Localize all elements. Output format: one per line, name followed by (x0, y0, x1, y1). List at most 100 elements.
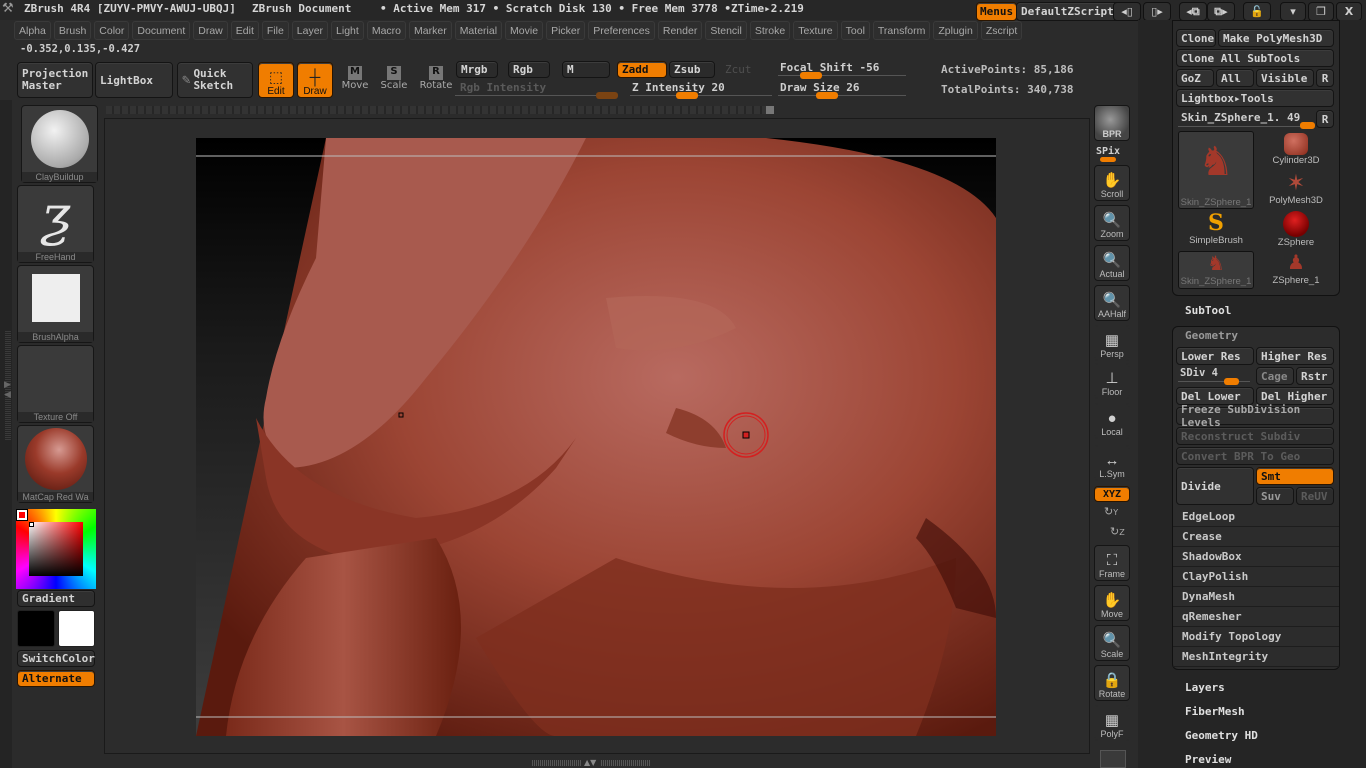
subpanel-meshintegrity[interactable]: MeshIntegrity (1173, 647, 1339, 667)
document-viewport[interactable] (196, 138, 996, 736)
draw-mode-button[interactable]: ┼ Draw (297, 62, 333, 98)
menu-transform[interactable]: Transform (872, 21, 931, 40)
goz-visible-button[interactable]: Visible (1256, 69, 1314, 87)
rotate-z-button[interactable]: ↻Z (1110, 525, 1125, 538)
brush-tile[interactable]: ClayBuildup (21, 105, 98, 183)
lightbox-tools-button[interactable]: Lightbox▸Tools (1176, 89, 1334, 107)
switch-color-button[interactable]: SwitchColor (17, 650, 95, 667)
clone-all-subtools-button[interactable]: Clone All SubTools (1176, 49, 1334, 67)
zsub-button[interactable]: Zsub (669, 61, 715, 78)
projection-master-button[interactable]: Projection Master (17, 62, 93, 98)
draw-size-knob[interactable] (816, 92, 838, 99)
tool-slider-knob[interactable] (1300, 122, 1315, 129)
tool-thumb-zsphere-1[interactable]: ♟ ZSphere_1 (1258, 251, 1334, 289)
menu-tool[interactable]: Tool (840, 21, 870, 40)
bpr-button[interactable]: BPR (1094, 105, 1130, 141)
rotate-xyz-button[interactable]: XYZ (1094, 486, 1130, 502)
focal-shift-slider[interactable] (778, 75, 906, 76)
menu-macro[interactable]: Macro (366, 21, 407, 40)
rgb-intensity-knob[interactable] (596, 92, 618, 99)
subpanel-modify-topology[interactable]: Modify Topology (1173, 627, 1339, 647)
menu-marker[interactable]: Marker (409, 21, 452, 40)
goz-all-button[interactable]: All (1216, 69, 1254, 87)
menu-draw[interactable]: Draw (193, 21, 228, 40)
gradient-button[interactable]: Gradient (17, 590, 95, 607)
color-picker[interactable] (16, 509, 96, 589)
material-tile[interactable]: MatCap Red Wa (17, 425, 94, 503)
menu-texture[interactable]: Texture (793, 21, 838, 40)
floor-button[interactable]: ⊥ Floor (1094, 363, 1130, 399)
rgb-intensity-slider[interactable] (455, 95, 615, 96)
edit-mode-button[interactable]: ⬚ Edit (258, 62, 294, 98)
main-color-swatch[interactable] (16, 509, 28, 521)
z-intensity-knob[interactable] (676, 92, 698, 99)
menu-light[interactable]: Light (331, 21, 364, 40)
convert-bpr-button[interactable]: Convert BPR To Geo (1176, 447, 1334, 465)
subpanel-dynamesh[interactable]: DynaMesh (1173, 587, 1339, 607)
stroke-tile[interactable]: ƺ FreeHand (17, 185, 94, 263)
color-cursor[interactable] (29, 522, 34, 527)
zadd-button[interactable]: Zadd (617, 61, 667, 78)
cage-button[interactable]: Cage (1256, 367, 1294, 385)
menu-material[interactable]: Material (454, 21, 503, 40)
menu-zscript[interactable]: Zscript (980, 21, 1023, 40)
tool-thumb-skin-zsphere-2[interactable]: ♞ Skin_ZSphere_1 (1178, 251, 1254, 289)
lsym-button[interactable]: ↔ L.Sym (1094, 445, 1130, 481)
menu-document[interactable]: Document (132, 21, 191, 40)
transp-button[interactable] (1100, 750, 1126, 768)
default-zscript-button[interactable]: DefaultZScript (1016, 2, 1119, 21)
preview-section[interactable]: Preview (1185, 753, 1231, 766)
tool-thumb-simplebrush[interactable]: S SimpleBrush (1178, 211, 1254, 249)
reuv-button[interactable]: ReUV (1296, 487, 1334, 505)
freeze-subdivision-button[interactable]: Freeze SubDivision Levels (1176, 403, 1334, 429)
local-button[interactable]: ● Local (1094, 403, 1130, 439)
geometry-hd-section[interactable]: Geometry HD (1185, 729, 1258, 742)
m-button[interactable]: M (562, 61, 610, 78)
tool-thumb-cylinder3d[interactable]: Cylinder3D (1258, 131, 1334, 169)
alternate-button[interactable]: Alternate (17, 670, 95, 687)
clone-button[interactable]: Clone (1176, 29, 1216, 47)
tool-thumb-polymesh3d[interactable]: ✶ PolyMesh3D (1258, 171, 1334, 209)
lower-res-button[interactable]: Lower Res (1176, 347, 1254, 365)
subpanel-shadowbox[interactable]: ShadowBox (1173, 547, 1339, 567)
move-mode-button[interactable]: M Move (338, 64, 372, 98)
menu-stencil[interactable]: Stencil (705, 21, 747, 40)
scale-mode-button[interactable]: S Scale (377, 64, 411, 98)
zcut-button[interactable]: Zcut (725, 63, 752, 76)
layout-prev-icon[interactable]: ◂⧉ (1179, 2, 1207, 21)
move-view-button[interactable]: ✋ Move (1094, 585, 1130, 621)
menu-color[interactable]: Color (94, 21, 130, 40)
tool-slider[interactable] (1178, 126, 1308, 127)
menu-movie[interactable]: Movie (505, 21, 544, 40)
goz-button[interactable]: GoZ (1176, 69, 1214, 87)
tertiary-color-swatch[interactable] (58, 610, 95, 647)
close-button[interactable]: X (1336, 2, 1362, 21)
fibermesh-section[interactable]: FiberMesh (1185, 705, 1245, 718)
make-polymesh-button[interactable]: Make PolyMesh3D (1218, 29, 1334, 47)
menu-render[interactable]: Render (657, 21, 703, 40)
lightbox-button[interactable]: LightBox (95, 62, 173, 98)
quick-sketch-button[interactable]: ✎ Quick Sketch (177, 62, 253, 98)
scroll-button[interactable]: ✋ Scroll (1094, 165, 1130, 201)
aahalf-button[interactable]: 🔍 AAHalf (1094, 285, 1130, 321)
subpanel-claypolish[interactable]: ClayPolish (1173, 567, 1339, 587)
tray-toggle-icon[interactable]: ▶ ◀ (4, 380, 11, 400)
tray-arrows-icon[interactable]: ▲▼ (584, 758, 596, 767)
actual-button[interactable]: 🔍 Actual (1094, 245, 1130, 281)
subpanel-qremesher[interactable]: qRemesher (1173, 607, 1339, 627)
menu-preferences[interactable]: Preferences (588, 21, 655, 40)
menu-brush[interactable]: Brush (53, 21, 92, 40)
focal-shift-knob[interactable] (800, 72, 822, 79)
subtool-section[interactable]: SubTool (1185, 304, 1231, 317)
rotate-mode-button[interactable]: R Rotate (418, 64, 454, 98)
menu-zplugin[interactable]: Zplugin (933, 21, 978, 40)
zoom-button[interactable]: 🔍 Zoom (1094, 205, 1130, 241)
menus-button[interactable]: Menus (976, 2, 1018, 21)
draw-size-slider[interactable] (778, 95, 906, 96)
secondary-color-swatch[interactable] (17, 610, 55, 647)
sculpt-model[interactable] (196, 138, 996, 736)
menu-stroke[interactable]: Stroke (749, 21, 791, 40)
layout-next-icon[interactable]: ⧉▸ (1207, 2, 1235, 21)
rotate-view-button[interactable]: 🔒 Rotate (1094, 665, 1130, 701)
persp-button[interactable]: ▦ Persp (1094, 325, 1130, 361)
